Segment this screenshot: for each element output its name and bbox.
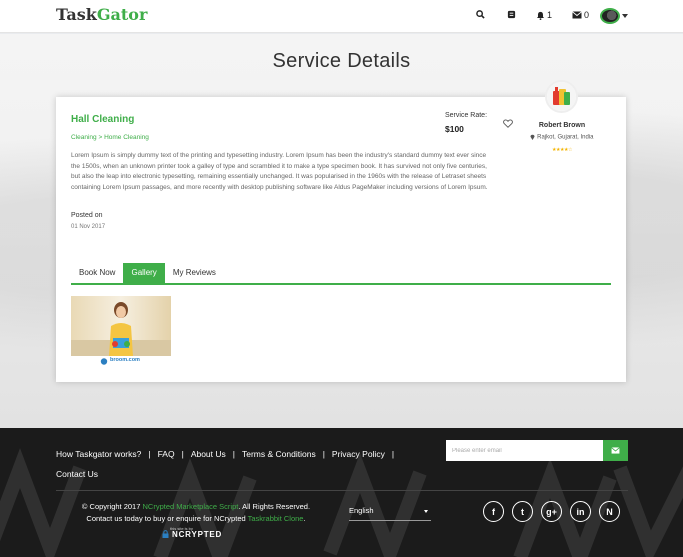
messages-count: 0	[584, 10, 590, 20]
bell-icon	[536, 11, 545, 20]
footer-link-faq[interactable]: FAQ	[158, 449, 175, 459]
provider-name[interactable]: Robert Brown	[516, 122, 608, 129]
notifications-count: 1	[547, 10, 553, 20]
page-title: Service Details	[272, 50, 411, 72]
service-title: Hall Cleaning	[71, 114, 135, 125]
facebook-icon[interactable]: f	[483, 501, 504, 522]
footer-link-terms[interactable]: Terms & Conditions	[242, 449, 316, 459]
footer-divider	[56, 490, 628, 491]
google-plus-icon[interactable]: g+	[541, 501, 562, 522]
search-button[interactable]	[476, 10, 485, 19]
notifications-button[interactable]: 1	[536, 10, 552, 20]
bookings-button[interactable]	[507, 10, 516, 19]
service-rate-label: Service Rate:	[445, 112, 488, 119]
footer-separator: |	[232, 449, 235, 459]
footer-link-how-it-works[interactable]: How Taskgator works?	[56, 449, 141, 459]
footer-separator: |	[391, 449, 395, 459]
language-select[interactable]: English	[349, 504, 431, 521]
service-description: Lorem Ipsum is simply dummy text of the …	[71, 152, 488, 191]
footer-link-contact-us[interactable]: Contact Us	[56, 469, 98, 479]
footer-link-privacy[interactable]: Privacy Policy	[332, 449, 385, 459]
tab-my-reviews[interactable]: My Reviews	[165, 263, 224, 283]
search-icon	[476, 10, 485, 19]
posted-label: Posted on	[71, 212, 103, 219]
taskrabbit-clone-link[interactable]: Taskrabbit Clone	[248, 514, 304, 523]
envelope-icon	[572, 11, 582, 19]
site-logo[interactable]: TaskGator	[56, 5, 147, 24]
chevron-down-icon	[424, 510, 428, 513]
heart-icon	[503, 119, 513, 128]
breadcrumb[interactable]: Cleaning > Home Cleaning	[71, 134, 149, 141]
footer-link-about-us[interactable]: About Us	[191, 449, 226, 459]
posted-date: 01 Nov 2017	[71, 224, 106, 230]
service-tabs: Book Now Gallery My Reviews	[71, 263, 611, 285]
ncrypted-link[interactable]: NCrypted Marketplace Script	[142, 502, 238, 511]
provider-location: Rajkot, Gujarat, India	[516, 134, 608, 141]
bookmark-icon	[507, 10, 516, 19]
twitter-icon[interactable]: t	[512, 501, 533, 522]
newsletter-submit-button[interactable]	[603, 440, 628, 461]
gallery-image[interactable]: broom.com	[71, 296, 171, 367]
footer: How Taskgator works? | FAQ | About Us | Terms …	[0, 428, 683, 557]
top-header: TaskGator 1 0	[0, 0, 683, 33]
ncrypted-logo[interactable]: this site is by NCRYPTED	[162, 526, 222, 539]
tab-book-now[interactable]: Book Now	[71, 263, 123, 283]
provider-avatar[interactable]	[545, 80, 578, 113]
lock-icon	[162, 530, 169, 538]
tab-gallery[interactable]: Gallery	[123, 263, 165, 283]
service-card: Hall Cleaning Cleaning > Home Cleaning L…	[56, 80, 626, 382]
favorite-button[interactable]	[503, 115, 513, 133]
ncrypted-icon[interactable]: N	[599, 501, 620, 522]
user-avatar[interactable]	[600, 8, 620, 24]
copyright-text: © Copyright 2017 NCrypted Marketplace Sc…	[81, 502, 311, 523]
chevron-down-icon[interactable]	[622, 14, 628, 18]
footer-links: How Taskgator works? | FAQ | About Us | Terms …	[56, 444, 426, 484]
provider-photo	[547, 82, 576, 111]
newsletter-email-input[interactable]	[446, 440, 603, 461]
footer-separator: |	[148, 449, 151, 459]
rating-stars: ★★★★☆	[552, 147, 572, 153]
gallery-caption: broom.com	[110, 357, 140, 363]
social-links: f t g+ in N	[483, 501, 620, 522]
footer-separator: |	[322, 449, 325, 459]
linkedin-icon[interactable]: in	[570, 501, 591, 522]
newsletter-form	[446, 440, 628, 461]
envelope-icon	[611, 447, 620, 454]
location-pin-icon	[530, 134, 535, 140]
messages-button[interactable]: 0	[572, 10, 589, 20]
service-rate-value: $100	[445, 124, 464, 134]
footer-separator: |	[181, 449, 184, 459]
